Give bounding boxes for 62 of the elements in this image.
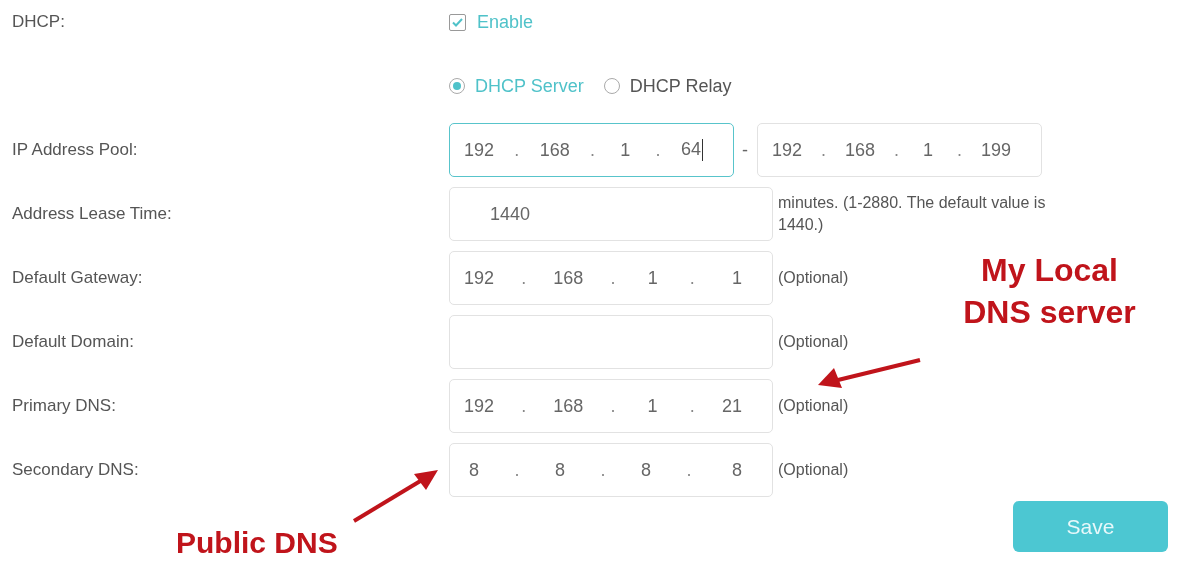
checkbox-label: Enable [477,11,534,33]
octet-value: 1 [922,139,934,161]
dot-separator: . [590,139,595,161]
input-field[interactable] [449,315,773,369]
dot-separator: . [610,395,616,417]
dot-separator: . [600,459,606,481]
octet-value: 8 [639,459,652,481]
octet-value: 192 [464,139,495,161]
octet-value: 199 [980,139,1011,161]
field-label: Address Lease Time: [12,204,173,224]
field-note: (Optional) [778,395,849,416]
dot-separator: . [610,267,616,289]
ip-address-field[interactable]: 192 . 168 . 1 . 1 [449,251,773,305]
field-label: Primary DNS: [12,396,117,416]
dot-separator: . [521,395,527,417]
field-label: DHCP: [12,12,66,32]
dot-separator: . [514,139,520,161]
octet-value: 1 [646,267,659,289]
octet-value: 192 [464,267,495,289]
dot-separator: . [686,459,692,481]
dot-separator: . [689,395,695,417]
range-separator: - [742,139,748,161]
ip-address-field[interactable]: 192 . 168 . 1 . 64 [449,123,734,177]
input-field[interactable]: 1440 [449,187,773,241]
octet-value: 168 [553,395,584,417]
ip-address-field[interactable]: 192 . 168 . 1 . 21 [449,379,773,433]
radio-label: DHCP Relay [629,75,732,97]
octet-value: 192 [772,139,803,161]
ip-address-field[interactable]: 192 . 168 . 1 . 199 [757,123,1042,177]
octet-value: 168 [553,267,584,289]
ip-address-field[interactable]: 8 . 8 . 8 . 8 [449,443,773,497]
field-label: Secondary DNS: [12,460,140,480]
checkbox[interactable] [449,13,466,31]
dot-separator: . [689,267,695,289]
octet-value: 168 [539,139,570,161]
field-label: Default Domain: [12,332,135,352]
octet-value: 1 [619,139,632,161]
dot-separator: . [956,139,962,161]
octet-value: 1 [730,267,742,289]
octet-value: 8 [553,459,566,481]
annotation-text: Public DNS [176,525,338,561]
dot-separator: . [514,459,520,481]
octet-value: 64 [680,138,703,162]
dot-separator: . [894,139,900,161]
field-note: (Optional) [778,331,849,352]
field-note: (Optional) [778,267,849,288]
octet-value: 8 [468,459,480,481]
annotation-text: My Local DNS server [962,251,1137,332]
radio-label: DHCP Server [475,75,584,97]
field-label: Default Gateway: [12,268,144,288]
dot-separator: . [655,139,661,161]
octet-value: 1 [646,395,659,417]
check-icon [452,17,463,27]
octet-value: 192 [464,395,495,417]
field-note: (Optional) [778,459,849,480]
field-note: minutes. (1-2880. The default value is 1440.) [778,192,1047,235]
dot-separator: . [821,139,827,161]
dot-separator: . [521,267,527,289]
octet-value: 21 [721,395,742,417]
field-label: IP Address Pool: [12,140,139,160]
octet-value: 8 [730,459,742,481]
octet-value: 168 [845,139,876,161]
